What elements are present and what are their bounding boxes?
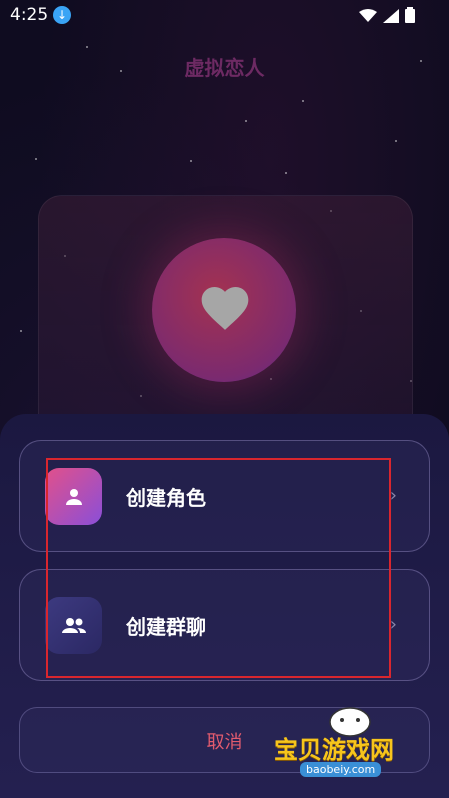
watermark-url: baobeiy.com (300, 762, 382, 777)
heart-icon (201, 287, 249, 330)
watermark-title: 宝贝游戏网 (274, 736, 394, 764)
highlight-box (46, 458, 391, 678)
status-time: 4:25 (10, 5, 49, 25)
battery-icon (405, 7, 415, 28)
watermark-logo: 宝贝游戏网 baobeiy.com (270, 700, 420, 790)
system-icons (359, 7, 415, 28)
wifi-icon (359, 8, 377, 28)
status-bar: 4:25 ↓ (0, 0, 449, 30)
download-icon: ↓ (53, 6, 71, 24)
signal-icon (383, 8, 399, 28)
page-title: 虚拟恋人 (184, 56, 265, 80)
